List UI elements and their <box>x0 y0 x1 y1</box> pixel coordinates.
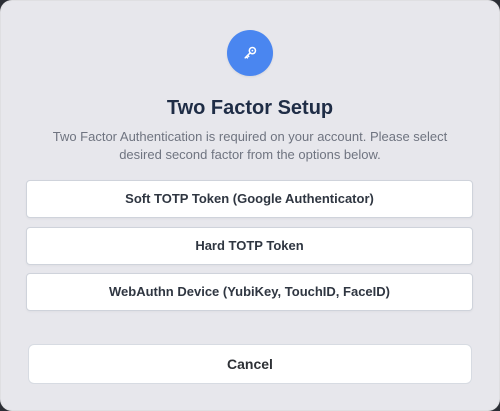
dialog-footer: Cancel <box>28 344 472 384</box>
cancel-button[interactable]: Cancel <box>28 344 472 384</box>
two-factor-setup-dialog: Two Factor Setup Two Factor Authenticati… <box>0 0 500 411</box>
webauthn-device-button[interactable]: WebAuthn Device (YubiKey, TouchID, FaceI… <box>26 273 473 311</box>
dialog-header: Two Factor Setup Two Factor Authenticati… <box>0 0 500 175</box>
dialog-overlay: Two Factor Setup Two Factor Authenticati… <box>0 0 500 411</box>
hard-totp-token-button[interactable]: Hard TOTP Token <box>26 227 473 265</box>
page-title: Two Factor Setup <box>166 97 334 119</box>
dialog-description: Two Factor Authentication is required on… <box>52 129 448 162</box>
key-icon-glyph <box>244 46 257 59</box>
key-icon <box>227 30 273 76</box>
soft-totp-token-button[interactable]: Soft TOTP Token (Google Authenticator) <box>26 180 473 218</box>
